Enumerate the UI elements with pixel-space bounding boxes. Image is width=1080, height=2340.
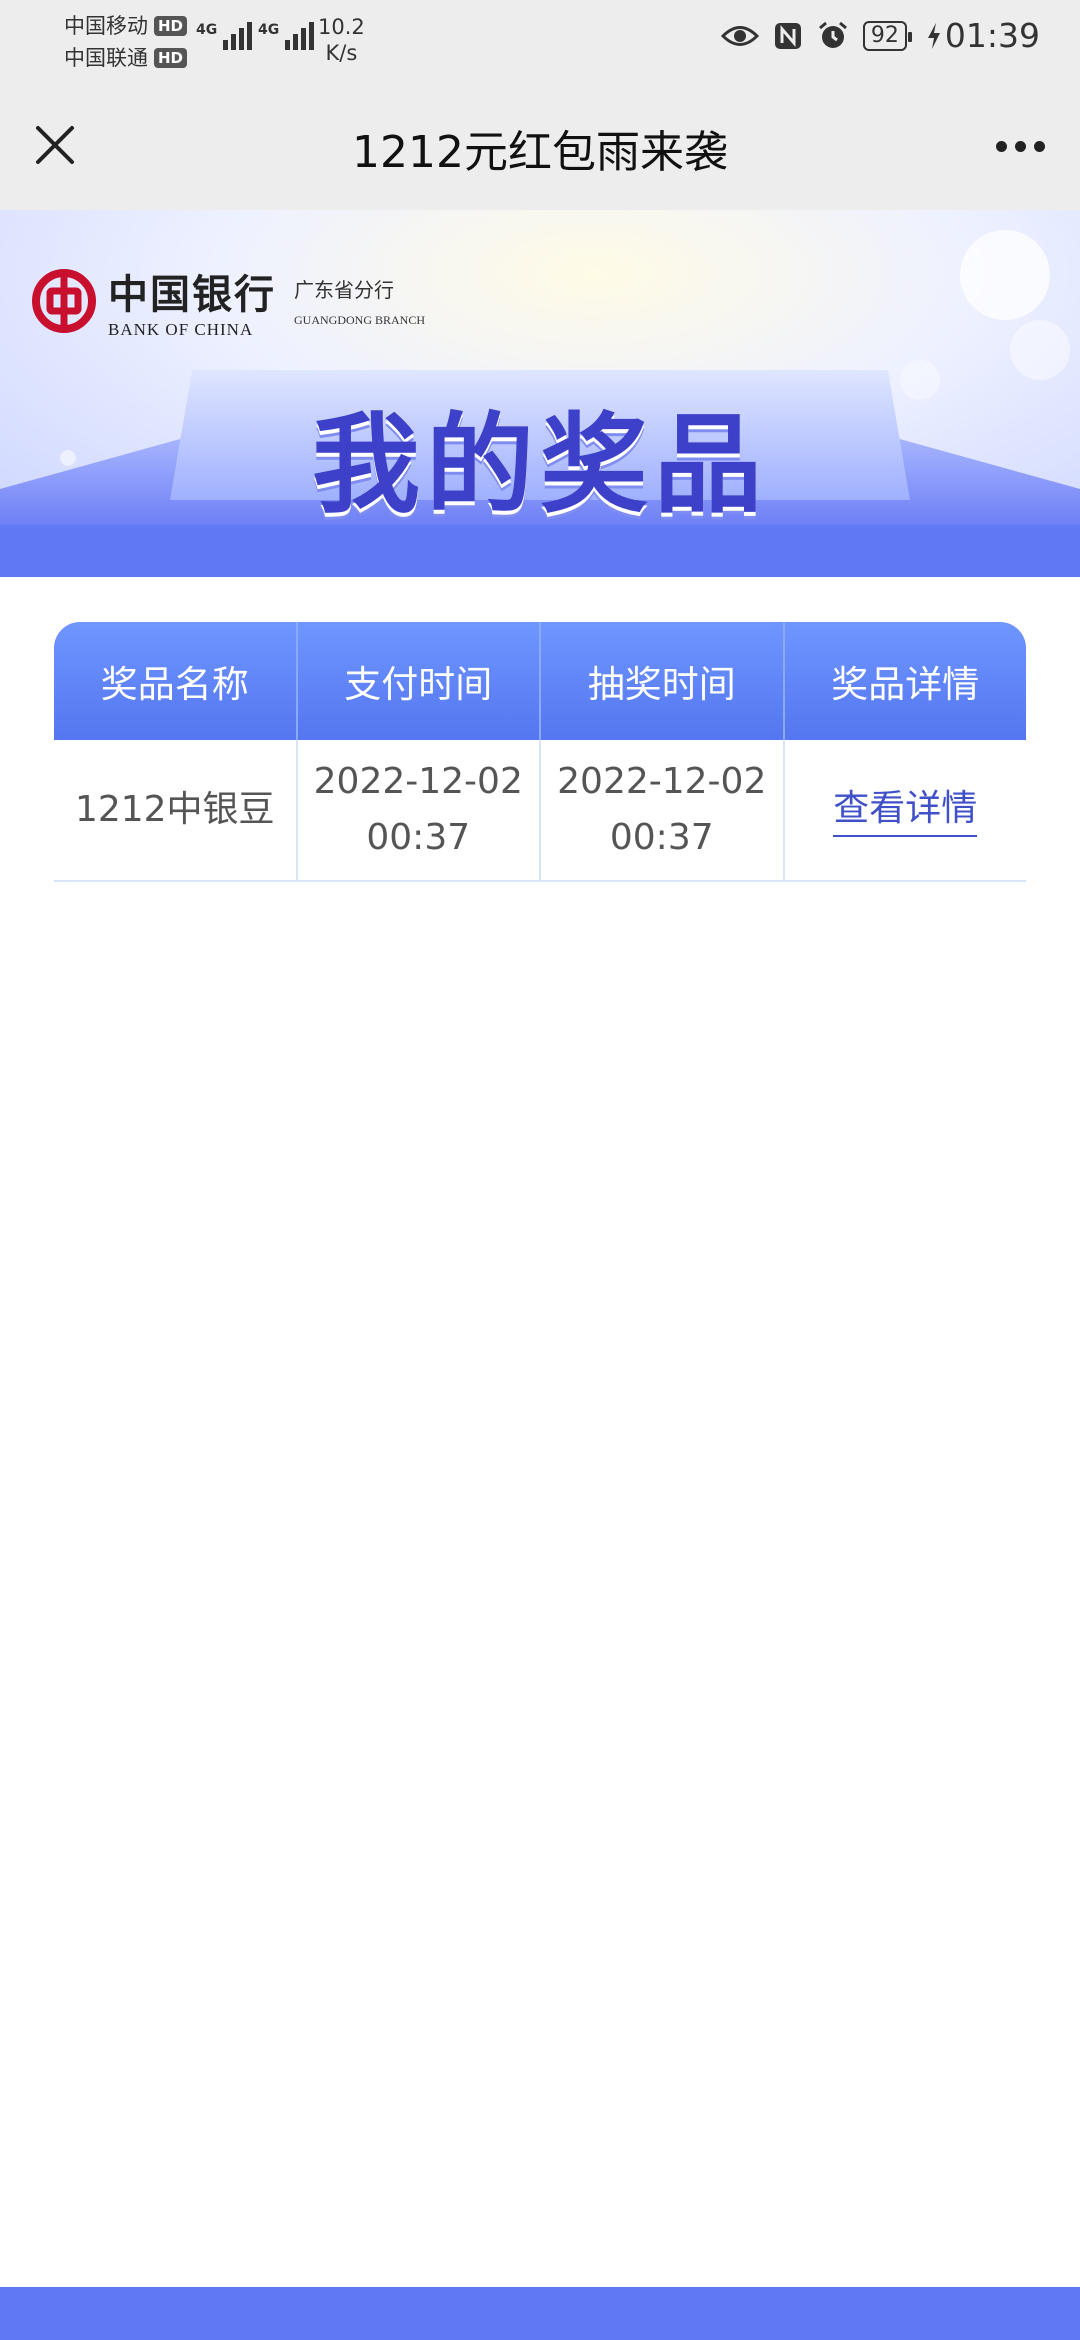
carrier-2-label: 中国联通: [64, 46, 148, 70]
prize-name: 1212中银豆: [74, 789, 275, 830]
bokeh-decoration: [1010, 320, 1070, 380]
pay-time-cell: 2022-12-02 00:37: [298, 740, 541, 880]
charging-icon: [927, 22, 941, 50]
nfc-icon: [773, 21, 803, 51]
column-header-prize-detail: 奖品详情: [831, 663, 980, 706]
banner-heading: 我的奖品: [311, 403, 768, 525]
bokeh-decoration: [960, 230, 1050, 320]
prize-banner: 中国银行 BANK OF CHINA 广东省分行 GUANGDONG BRANC…: [0, 210, 1080, 525]
prize-table: 奖品名称 支付时间 抽奖时间 奖品详情 1212中银豆 2022-12-02 0…: [54, 622, 1026, 882]
more-dot-icon: [995, 140, 1007, 152]
bank-name-block: 中国银行 BANK OF CHINA: [108, 262, 276, 340]
status-bar: 中国移动 HD 中国联通 HD 4G 4G 10.2 K/s 92 01:39: [0, 0, 1080, 80]
hd-badge-2: HD: [154, 48, 188, 68]
column-header-prize-name: 奖品名称: [54, 622, 298, 740]
bottom-decoration-bar: [0, 2287, 1080, 2340]
more-options-button[interactable]: [990, 128, 1050, 164]
eye-icon: [720, 23, 759, 49]
alarm-icon: [817, 20, 849, 52]
network-speed-unit: K/s: [325, 41, 358, 65]
network-type-2: 4G: [258, 22, 280, 38]
signal-strength-1-icon: 4G: [196, 22, 253, 50]
prize-detail-cell: 查看详情: [785, 740, 1027, 880]
draw-time-cell: 2022-12-02 00:37: [541, 740, 785, 880]
pay-time: 00:37: [366, 817, 471, 858]
bank-logo: 中国银行 BANK OF CHINA 广东省分行 GUANGDONG BRANC…: [32, 262, 425, 340]
status-icons: 92 01:39: [720, 16, 1040, 55]
prize-name-cell: 1212中银豆: [54, 740, 298, 880]
branch-name-cn: 广东省分行: [294, 278, 394, 302]
bank-name-cn: 中国银行: [108, 271, 276, 318]
network-speed: 10.2 K/s: [318, 14, 365, 66]
branch-name-en: GUANGDONG BRANCH: [294, 313, 426, 327]
title-bar: 1212元红包雨来袭: [0, 80, 1080, 210]
bank-of-china-logo-icon: [32, 269, 96, 333]
pay-date: 2022-12-02: [313, 761, 523, 802]
battery-level: 92: [862, 20, 912, 51]
signal-strength-2-icon: 4G: [258, 22, 315, 50]
column-header-draw-time: 抽奖时间: [541, 622, 785, 740]
network-type-1: 4G: [196, 22, 218, 38]
branch-name-block: 广东省分行 GUANGDONG BRANCH: [294, 274, 425, 328]
hd-badge-1: HD: [154, 16, 188, 36]
network-speed-value: 10.2: [318, 15, 365, 39]
column-header-pay-time: 支付时间: [298, 622, 541, 740]
more-dot-icon: [1033, 140, 1045, 152]
page-title: 1212元红包雨来袭: [352, 127, 728, 178]
draw-date: 2022-12-02: [557, 761, 767, 802]
table-row: 1212中银豆 2022-12-02 00:37 2022-12-02 00:3…: [54, 740, 1026, 882]
clock-time: 01:39: [944, 16, 1040, 55]
carrier-1-label: 中国移动: [64, 14, 148, 38]
draw-time: 00:37: [609, 817, 714, 858]
view-details-link[interactable]: 查看详情: [833, 783, 978, 837]
bank-name-en: BANK OF CHINA: [108, 320, 254, 339]
carrier-info: 中国移动 HD 中国联通 HD: [64, 10, 188, 74]
banner-divider-strip: [0, 525, 1080, 577]
more-dot-icon: [1014, 140, 1026, 152]
table-header: 奖品名称 支付时间 抽奖时间 奖品详情: [54, 622, 1026, 740]
